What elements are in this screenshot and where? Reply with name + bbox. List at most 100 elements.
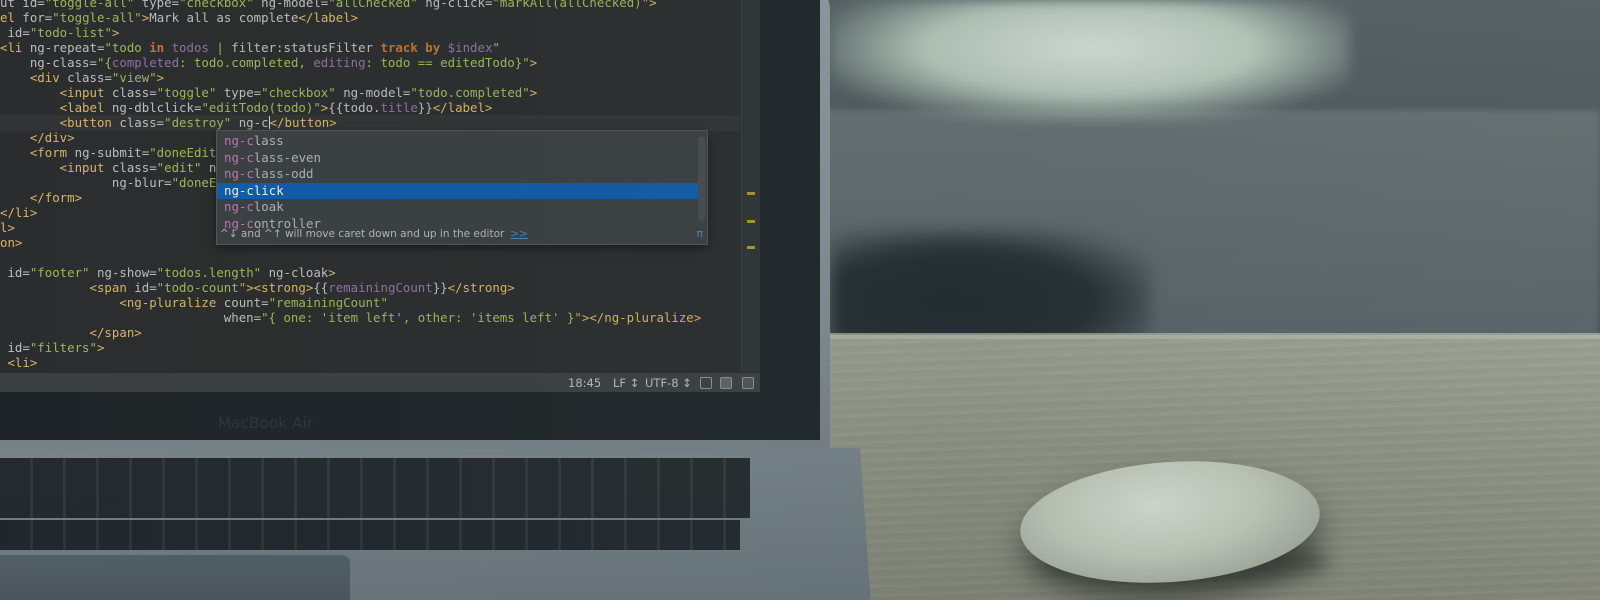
code-token: </div> — [0, 130, 75, 145]
code-line[interactable]: <li> — [0, 355, 37, 371]
code-line[interactable]: <label ng-dblclick="editTodo(todo)">{{to… — [0, 100, 493, 116]
code-token: : todo == editedTodo}" — [365, 55, 530, 70]
code-token: id= — [0, 340, 30, 355]
code-token: remainingCount — [328, 280, 433, 295]
code-token: id= — [0, 25, 30, 40]
caret-position[interactable]: 18:45 — [568, 376, 601, 390]
autocomplete-match: ng-c — [224, 182, 254, 198]
code-line[interactable]: <input class="edit" ng- — [0, 160, 232, 176]
editor-error-stripe[interactable] — [741, 0, 760, 372]
code-token: class= — [111, 160, 157, 175]
code-token: ng-cloak — [261, 265, 329, 280]
code-token: "checkbox" — [179, 0, 254, 10]
code-line[interactable]: ng-blur="doneEdi — [0, 175, 231, 191]
code-line[interactable]: </form> — [0, 190, 82, 206]
warning-marker[interactable] — [747, 246, 755, 249]
code-token: "remainingCount" — [268, 295, 388, 310]
autocomplete-item[interactable]: ng-class-odd — [217, 166, 700, 182]
code-line[interactable]: el for="toggle-all">Mark all as complete… — [0, 10, 358, 26]
background-chair — [830, 230, 1150, 350]
code-token: "editTodo(todo)" — [201, 100, 321, 115]
code-token: ng-click= — [417, 0, 493, 10]
code-line[interactable]: <ng-pluralize count="remainingCount" — [0, 295, 388, 311]
code-line[interactable]: <button class="destroy" ng-c</button> — [0, 115, 740, 131]
code-token: class= — [67, 70, 112, 85]
code-line[interactable]: on> — [0, 235, 22, 251]
code-token: {{todo. — [328, 100, 381, 115]
code-line[interactable]: </li> — [0, 205, 37, 221]
code-token: > — [328, 265, 336, 280]
photo-scene: MacBook Air ut id= "toggle-all" type= "che… — [0, 0, 1600, 600]
code-token: ></ng-pluralize> — [581, 310, 702, 325]
autocomplete-item[interactable]: ng-click — [217, 182, 700, 199]
autocomplete-popup: ng-class ng-class-even ng-class-odd ng-clic… — [216, 130, 708, 245]
code-line[interactable]: </span> — [0, 325, 142, 341]
code-token: "todo-count" — [156, 280, 247, 295]
code-token: track by — [380, 40, 441, 55]
code-line[interactable]: ng-class="{completed: todo.completed, ed… — [0, 55, 537, 71]
code-line[interactable]: id="footer" ng-show="todos.length" ng-cl… — [0, 265, 336, 281]
warning-marker[interactable] — [747, 220, 755, 223]
inspector-icon[interactable] — [720, 377, 732, 389]
event-log-icon[interactable] — [742, 377, 754, 389]
encoding-selector[interactable]: UTF-8 ↕ — [645, 376, 692, 390]
code-token: </button> — [269, 115, 337, 130]
code-line[interactable]: id="todo-list"> — [0, 25, 119, 41]
code-token: "footer" — [29, 265, 90, 280]
code-token: ut id= — [0, 0, 45, 10]
autocomplete-item[interactable]: ng-cloak — [217, 199, 700, 215]
code-token: "destroy" — [164, 115, 232, 130]
code-token: <button — [0, 115, 120, 130]
laptop-brand-label: MacBook Air — [218, 414, 314, 432]
code-token: > — [156, 70, 165, 85]
autocomplete-hint-text: ^↓ and ^↑ will move caret down and up in… — [220, 228, 505, 240]
code-line[interactable]: <div class="view"> — [0, 70, 164, 86]
pi-icon[interactable]: π — [696, 227, 703, 240]
code-token: on> — [0, 235, 23, 250]
code-token: ng-show= — [89, 265, 157, 280]
code-line[interactable]: </div> — [0, 130, 75, 146]
code-token: title — [380, 100, 418, 115]
code-token: ng-blur= — [0, 175, 172, 190]
code-line[interactable]: <form ng-submit="doneEditin — [0, 145, 231, 161]
autocomplete-hint-link[interactable]: >> — [510, 228, 528, 240]
autocomplete-rest: lass — [253, 133, 284, 148]
code-line[interactable]: <input class="toggle" type="checkbox" ng… — [0, 85, 538, 101]
code-token: "todo — [104, 40, 150, 55]
code-line[interactable]: <span id="todo-count"><strong>{{remainin… — [0, 280, 515, 296]
laptop-keyboard — [0, 458, 750, 518]
code-token: for= — [22, 10, 53, 25]
code-token: <form — [0, 145, 75, 160]
code-token: type= — [216, 85, 262, 100]
warning-marker[interactable] — [747, 192, 755, 195]
code-token: </label> — [432, 100, 493, 115]
code-token: {{ — [313, 280, 329, 295]
code-line[interactable]: <li ng-repeat="todo in todos | filter:st… — [0, 40, 500, 56]
code-token: "edit" — [156, 160, 202, 175]
code-token: </span> — [0, 325, 142, 340]
code-token: <span — [0, 280, 135, 295]
line-separator-selector[interactable]: LF ↕ — [613, 376, 639, 390]
code-token: $index — [440, 40, 493, 55]
code-token: > — [649, 0, 657, 10]
code-token: "markAll(allChecked)" — [492, 0, 650, 10]
code-token: <label — [0, 100, 112, 115]
autocomplete-item[interactable]: ng-class — [217, 133, 700, 149]
popup-scrollbar[interactable] — [698, 137, 705, 221]
code-token: "allChecked" — [328, 0, 418, 10]
code-token: class= — [119, 115, 165, 130]
code-token: ng-model= — [253, 0, 329, 10]
code-token: Mark all as complete — [149, 10, 299, 25]
code-token: "todo.completed" — [410, 85, 530, 100]
code-token: in — [149, 40, 165, 55]
code-line[interactable]: when="{ one: 'item left', other: 'items … — [0, 310, 701, 326]
code-token: }} — [417, 100, 433, 115]
code-token: <input — [0, 85, 112, 100]
autocomplete-item[interactable]: ng-class-even — [217, 150, 700, 166]
code-token: "filters" — [29, 340, 97, 355]
lock-icon[interactable] — [700, 377, 712, 389]
code-token: "toggle-all" — [52, 10, 142, 25]
code-token: ><strong> — [246, 280, 314, 295]
code-line[interactable]: id="filters"> — [0, 340, 104, 356]
code-line[interactable]: l> — [0, 220, 15, 236]
